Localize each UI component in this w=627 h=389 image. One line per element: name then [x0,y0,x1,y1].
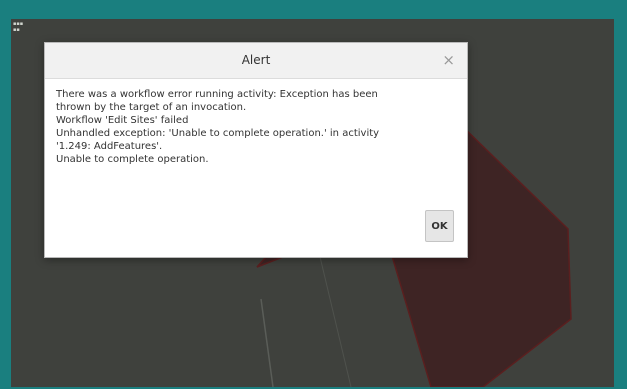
map-road-line [260,298,274,387]
alert-message: There was a workflow error running activ… [45,79,467,166]
dialog-header: Alert × [45,43,467,79]
message-line: thrown by the target of an invocation. [56,102,247,113]
ok-button[interactable]: OK [425,210,454,242]
map-logo-icon: ▪▪▪ ▪▪ [13,21,24,33]
close-icon[interactable]: × [442,52,455,68]
message-line: '1.249: AddFeatures'. [56,141,163,152]
message-line: Unable to complete operation. [56,154,209,165]
message-line: There was a workflow error running activ… [56,89,378,100]
top-map-strip [204,0,614,14]
message-line: Workflow 'Edit Sites' failed [56,115,189,126]
message-line: Unhandled exception: 'Unable to complete… [56,128,380,139]
dialog-title: Alert [241,53,271,67]
alert-dialog: Alert × There was a workflow error runni… [44,42,468,258]
app-screen: ▪▪▪ ▪▪ Alert × There was a workflow error… [0,0,627,389]
